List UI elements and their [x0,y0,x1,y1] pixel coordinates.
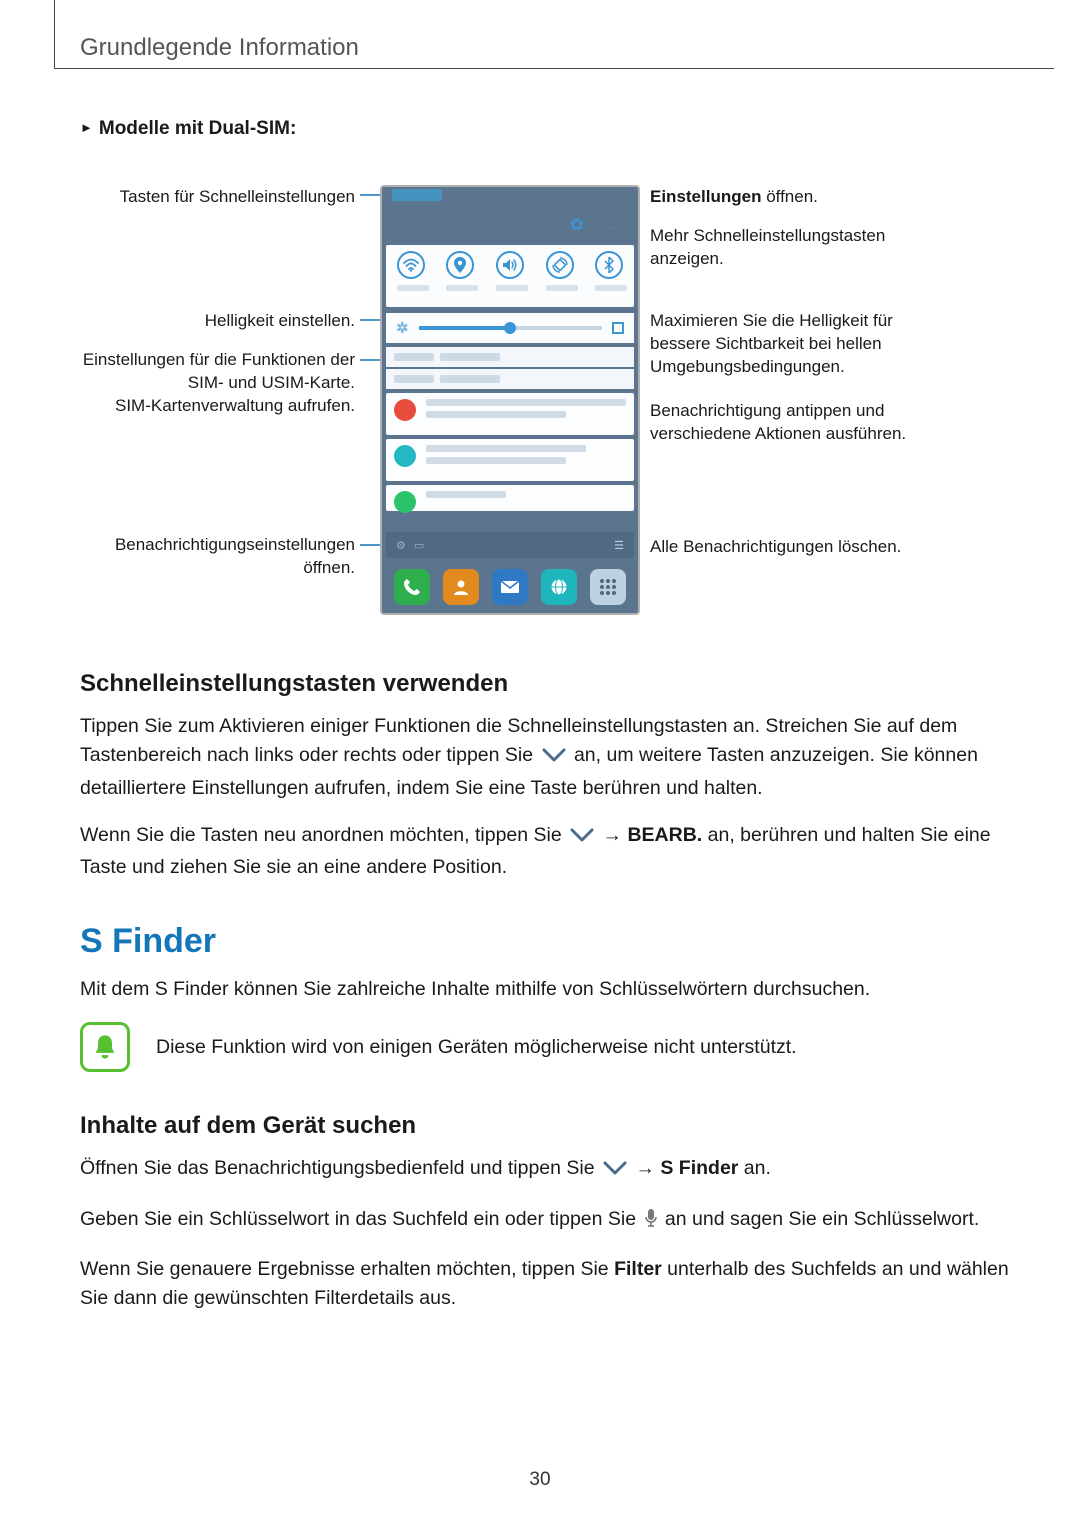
sec2-p3: Wenn Sie genauere Ergebnisse erhalten mö… [80,1255,1010,1313]
dual-sim-colon: : [290,118,296,139]
line-1: Mehr Schnelleinstellungstasten [650,226,885,245]
line-2: öffnen. [303,558,355,577]
rest: öffnen. [761,187,817,206]
notification-item-3 [386,485,634,511]
phone-mockup: ✿ ⌄ ✲ [380,185,640,615]
heading-s-finder: S Finder [80,922,1010,961]
microphone-icon [644,1208,658,1237]
status-bar [386,189,634,207]
bluetooth-icon [595,251,623,279]
contacts-app-icon [443,569,479,605]
brightness-icon: ✲ [396,319,409,337]
footer-left-icons: ⚙▭ [396,539,424,552]
quick-settings-row [386,245,634,307]
callout-open-settings: Einstellungen öffnen. [650,186,1000,209]
clear-all-icon: ☰ [614,539,624,552]
text-a: Wenn Sie die Tasten neu anordnen möchten… [80,824,567,846]
user-small-icon: ▭ [414,539,424,552]
line-1: Maximieren Sie die Helligkeit für [650,311,893,330]
brightness-slider-row: ✲ [386,313,634,343]
bold: Einstellungen [650,187,761,206]
gear-icon: ✿ [570,215,584,235]
text-a: Öffnen Sie das Benachrichtigungsbedienfe… [80,1157,600,1179]
sec2-p2: Geben Sie ein Schlüsselwort in das Suchf… [80,1205,1010,1237]
sfinder-intro: Mit dem S Finder können Sie zahlreiche I… [80,975,1010,1004]
sim-row-2 [386,369,634,389]
page-border-horizontal [54,68,1054,69]
clock-placeholder [392,189,442,201]
page-content: ► Modelle mit Dual-SIM: ✿ ⌄ [80,118,1010,1331]
triangle-icon: ► [80,120,93,135]
page-number: 30 [0,1469,1080,1491]
page-header: Grundlegende Information [80,34,359,62]
browser-app-icon [541,569,577,605]
paragraph-1: Tippen Sie zum Aktivieren einiger Funkti… [80,712,1010,803]
text-a: Geben Sie ein Schlüsselwort in das Suchf… [80,1208,642,1230]
page-border-vertical [54,0,55,68]
filter-bold: Filter [614,1258,662,1280]
notification-icon [394,491,416,513]
messages-app-icon [492,569,528,605]
chevron-down-icon [569,825,595,854]
callout-tap-notification: Benachrichtigung antippen und verschiede… [650,400,1010,446]
callout-brightness: Helligkeit einstellen. [80,310,355,333]
callout-max-brightness: Maximieren Sie die Helligkeit für besser… [650,310,1000,379]
sound-icon [496,251,524,279]
line-2: bessere Sichtbarkeit bei hellen [650,334,882,353]
dual-sim-label: Modelle mit Dual-SIM [99,118,290,139]
phone-app-icon [394,569,430,605]
notification-item-1 [386,393,634,435]
chevron-down-icon: ⌄ [606,215,620,235]
line-3: Umgebungsbedingungen. [650,357,845,376]
arrow: → [597,824,627,846]
sfinder-bold: S Finder [660,1157,738,1179]
arrow: → [630,1157,660,1179]
line-2: verschiedene Aktionen ausführen. [650,424,906,443]
line-3: SIM-Kartenverwaltung aufrufen. [115,396,355,415]
notification-icon [394,445,416,467]
line-2: SIM- und USIM-Karte. [188,373,355,392]
callout-more-toggles: Mehr Schnelleinstellungstasten anzeigen. [650,225,1000,271]
settings-small-icon: ⚙ [396,539,406,552]
line-2: anzeigen. [650,249,724,268]
sec2-p1: Öffnen Sie das Benachrichtigungsbedienfe… [80,1154,1010,1187]
auto-brightness-checkbox [612,322,624,334]
brightness-slider [419,326,602,330]
notification-item-2 [386,439,634,481]
line-1: Einstellungen für die Funktionen der [83,350,355,369]
callout-quick-settings-buttons: Tasten für Schnelleinstellungen [80,186,355,209]
dual-sim-heading: ► Modelle mit Dual-SIM: [80,118,1010,140]
text-b: an. [738,1157,771,1179]
callout-notif-settings: Benachrichtigungseinstellungen öffnen. [80,534,355,580]
line-1: Benachrichtigung antippen und [650,401,884,420]
bearb-label: BEARB. [627,824,702,846]
text-a: Wenn Sie genauere Ergebnisse erhalten mö… [80,1258,614,1280]
callout-clear-all: Alle Benachrichtigungen löschen. [650,536,1000,559]
wifi-icon [397,251,425,279]
sim-row-1 [386,347,634,367]
heading-search-device: Inhalte auf dem Gerät suchen [80,1112,1010,1140]
rotate-icon [546,251,574,279]
chevron-down-icon [541,745,567,774]
note-block: Diese Funktion wird von einigen Geräten … [80,1022,1010,1072]
location-icon [446,251,474,279]
note-text: Diese Funktion wird von einigen Geräten … [156,1033,797,1062]
chevron-down-icon [602,1158,628,1187]
heading-use-quick-settings: Schnelleinstellungstasten verwenden [80,670,1010,698]
notification-icon [394,399,416,421]
bell-icon [80,1022,130,1072]
text-b: an und sagen Sie ein Schlüsselwort. [660,1208,980,1230]
callout-sim-settings: Einstellungen für die Funktionen der SIM… [80,349,355,418]
notification-footer-bar: ⚙▭ ☰ [386,532,634,558]
apps-drawer-icon [590,569,626,605]
home-dock [394,569,626,605]
paragraph-2: Wenn Sie die Tasten neu anordnen möchten… [80,821,1010,883]
notification-panel-diagram: ✿ ⌄ ✲ [80,160,1010,640]
line-1: Benachrichtigungseinstellungen [115,535,355,554]
